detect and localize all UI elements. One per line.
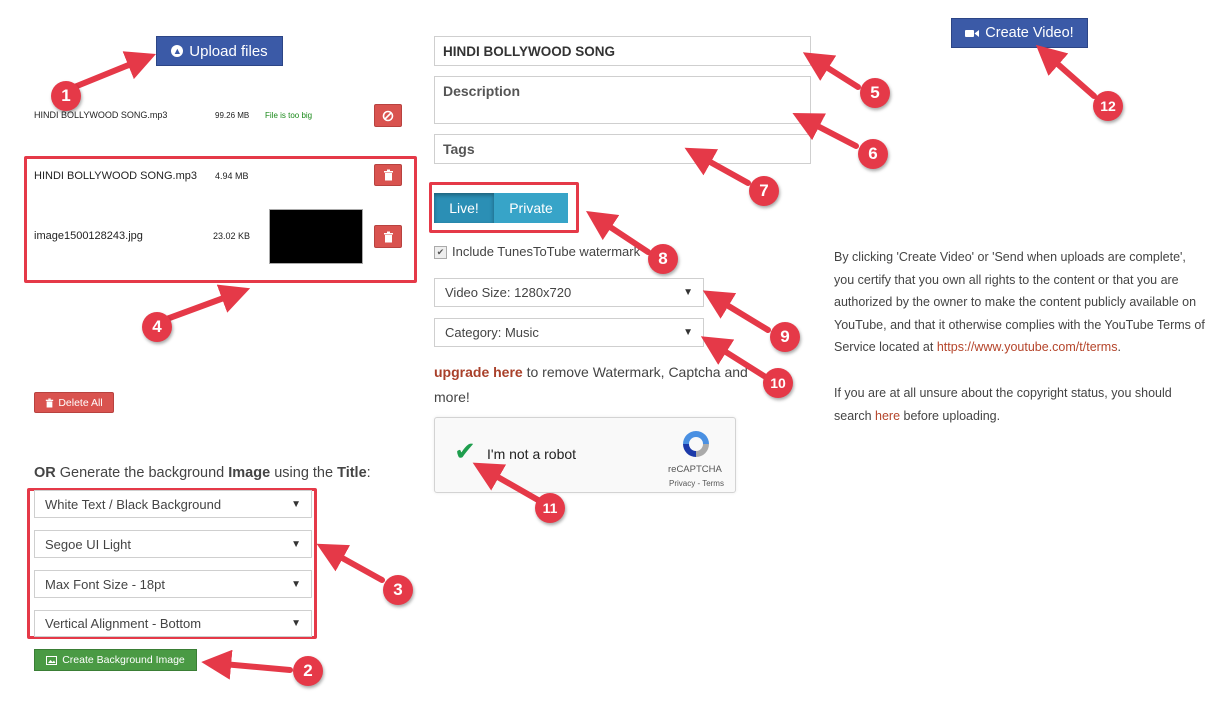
text-color-select[interactable]: White Text / Black Background ▼ xyxy=(34,490,312,518)
file-size: 99.26 MB xyxy=(215,111,250,120)
delete-file-button[interactable] xyxy=(374,164,402,186)
alignment-select[interactable]: Vertical Alignment - Bottom ▼ xyxy=(34,610,312,637)
terms-end: . xyxy=(1117,340,1121,354)
create-background-label: Create Background Image xyxy=(62,654,185,666)
file-name: HINDI BOLLYWOOD SONG.mp3 xyxy=(34,110,168,120)
terms-text: By clicking 'Create Video' or 'Send when… xyxy=(834,250,1205,354)
caret-down-icon: ▼ xyxy=(683,327,693,338)
caret-down-icon: ▼ xyxy=(683,287,693,298)
upgrade-link[interactable]: upgrade here xyxy=(434,364,523,380)
upload-files-button[interactable]: ▲ Upload files xyxy=(156,36,283,66)
upload-icon: ▲ xyxy=(171,45,184,57)
file-size: 23.02 KB xyxy=(213,231,251,241)
recaptcha-links[interactable]: Privacy - Terms xyxy=(669,479,724,488)
annotation-badge-5: 5 xyxy=(860,78,890,108)
annotation-badge-7: 7 xyxy=(749,176,779,206)
upgrade-text: upgrade here to remove Watermark, Captch… xyxy=(434,360,774,410)
create-video-button[interactable]: Create Video! xyxy=(951,18,1088,48)
description-placeholder: Description xyxy=(443,83,521,99)
cancel-file-button[interactable] xyxy=(374,104,402,127)
annotation-arrow-12 xyxy=(1035,44,1097,99)
annotation-arrow-3 xyxy=(316,543,385,583)
video-camera-icon xyxy=(965,29,980,37)
video-size-value: Video Size: 1280x720 xyxy=(445,285,572,300)
live-label: Live! xyxy=(449,200,479,216)
generate-suffix: : xyxy=(366,465,371,481)
file-name: HINDI BOLLYWOOD SONG.mp3 xyxy=(34,170,197,182)
private-button[interactable]: Private xyxy=(494,193,568,223)
image-icon xyxy=(46,655,58,665)
terms-paragraph: By clicking 'Create Video' or 'Send when… xyxy=(834,246,1206,359)
font-size-value: Max Font Size - 18pt xyxy=(45,576,165,592)
category-select[interactable]: Category: Music ▼ xyxy=(434,318,704,347)
create-background-button[interactable]: Create Background Image xyxy=(34,649,197,671)
tags-placeholder: Tags xyxy=(443,141,475,157)
annotation-arrow-5 xyxy=(802,52,861,90)
video-size-select[interactable]: Video Size: 1280x720 ▼ xyxy=(434,278,704,307)
private-label: Private xyxy=(509,200,553,216)
watermark-checkbox[interactable]: ✔ xyxy=(434,246,447,259)
watermark-label: Include TunesToTube watermark xyxy=(452,244,641,259)
caret-down-icon: ▼ xyxy=(291,578,301,590)
terms-link[interactable]: https://www.youtube.com/t/terms xyxy=(937,340,1118,354)
upgrade-rest: to remove Watermark, Captcha and xyxy=(522,364,748,380)
annotation-badge-8: 8 xyxy=(648,244,678,274)
font-size-select[interactable]: Max Font Size - 18pt ▼ xyxy=(34,570,312,598)
text-color-value: White Text / Black Background xyxy=(45,496,222,512)
trash-icon xyxy=(383,231,393,242)
category-value: Category: Music xyxy=(445,325,539,340)
title-value: HINDI BOLLYWOOD SONG xyxy=(443,43,616,59)
font-select[interactable]: Segoe UI Light ▼ xyxy=(34,530,312,558)
recaptcha-checkbox[interactable]: ✔ xyxy=(450,436,480,466)
annotation-badge-1: 1 xyxy=(51,81,81,111)
annotation-arrow-4 xyxy=(161,284,251,323)
recaptcha-logo-icon xyxy=(683,431,709,457)
file-name: image1500128243.jpg xyxy=(34,230,143,242)
annotation-arrow-2 xyxy=(201,649,293,680)
annotation-arrow-9 xyxy=(702,290,771,333)
font-value: Segoe UI Light xyxy=(45,536,132,552)
create-video-label: Create Video! xyxy=(985,25,1074,41)
trash-icon xyxy=(46,398,54,407)
annotation-badge-11: 11 xyxy=(535,493,565,523)
trash-icon xyxy=(383,169,393,181)
delete-all-label: Delete All xyxy=(58,396,103,409)
delete-all-button[interactable]: Delete All xyxy=(34,392,114,413)
annotation-badge-2: 2 xyxy=(293,656,323,686)
search-here-link[interactable]: here xyxy=(875,409,900,423)
delete-file-button[interactable] xyxy=(374,225,402,248)
recaptcha-brand: reCAPTCHA xyxy=(668,464,722,475)
generate-text2: using the xyxy=(270,465,338,481)
annotation-badge-12: 12 xyxy=(1093,91,1123,121)
generate-image-word: Image xyxy=(228,465,271,481)
annotation-arrow-1 xyxy=(69,51,157,91)
annotation-badge-10: 10 xyxy=(763,368,793,398)
copyright-end: before uploading. xyxy=(900,408,1001,423)
image-thumbnail xyxy=(269,209,363,264)
annotation-badge-9: 9 xyxy=(770,322,800,352)
caret-down-icon: ▼ xyxy=(291,618,301,629)
upload-files-label: Upload files xyxy=(189,42,268,60)
annotation-badge-4: 4 xyxy=(142,312,172,342)
live-button[interactable]: Live! xyxy=(434,193,494,223)
copyright-paragraph: If you are at all unsure about the copyr… xyxy=(834,382,1206,427)
generate-text: Generate the background xyxy=(55,465,229,481)
annotation-badge-6: 6 xyxy=(858,139,888,169)
recaptcha-label: I'm not a robot xyxy=(487,446,577,462)
title-input[interactable]: HINDI BOLLYWOOD SONG xyxy=(434,36,811,66)
alignment-value: Vertical Alignment - Bottom xyxy=(45,616,202,631)
description-textarea[interactable]: Description xyxy=(434,76,811,124)
generate-or: OR xyxy=(34,465,56,481)
ban-icon xyxy=(382,110,394,121)
generate-heading: OR Generate the background Image using t… xyxy=(34,465,371,481)
upgrade-line2: more! xyxy=(434,389,470,405)
tags-input[interactable]: Tags xyxy=(434,134,811,164)
caret-down-icon: ▼ xyxy=(291,538,301,550)
generate-title-word: Title xyxy=(337,465,367,481)
file-status: File is too big xyxy=(265,111,313,120)
file-size: 4.94 MB xyxy=(215,171,249,181)
annotation-badge-3: 3 xyxy=(383,575,413,605)
caret-down-icon: ▼ xyxy=(291,498,301,510)
